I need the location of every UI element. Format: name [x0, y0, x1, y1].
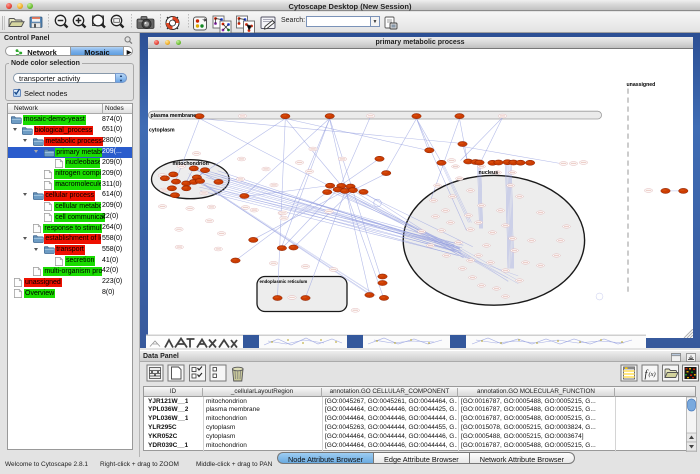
svg-text:(x): (x)	[649, 371, 656, 378]
svg-text:cytoplasm: cytoplasm	[149, 127, 175, 133]
svg-text:nucleus: nucleus	[478, 170, 498, 176]
svg-text:unassigned: unassigned	[626, 82, 655, 88]
svg-text:mitochondrion: mitochondrion	[172, 161, 208, 167]
svg-text:endoplasmic reticulum: endoplasmic reticulum	[259, 279, 307, 284]
svg-text:plasma membrane: plasma membrane	[150, 113, 196, 119]
